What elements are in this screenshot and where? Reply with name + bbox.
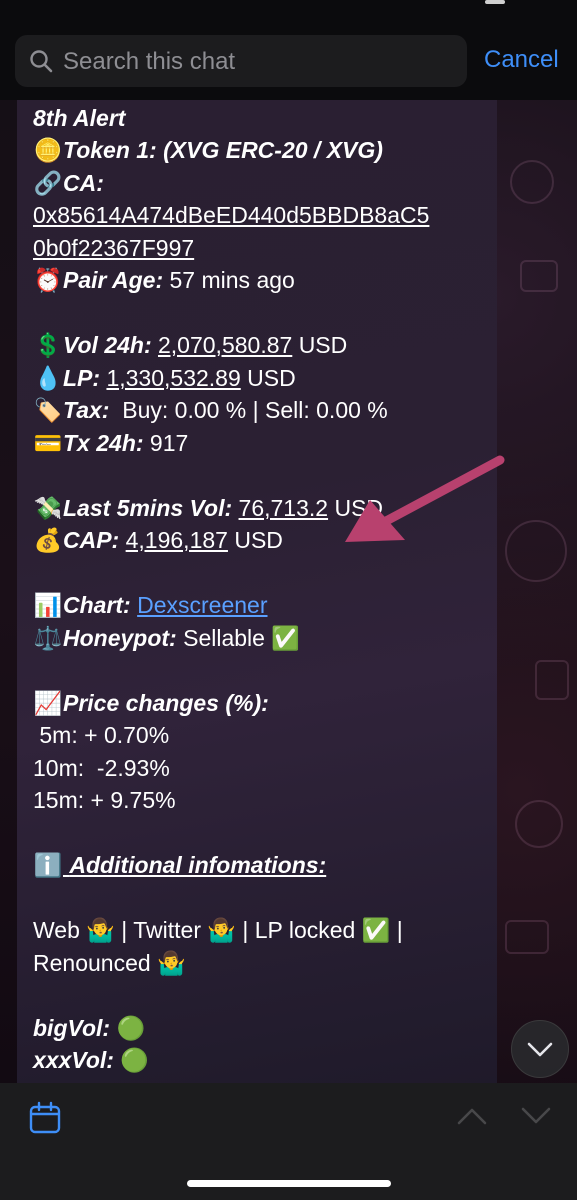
cancel-button[interactable]: Cancel xyxy=(484,46,559,74)
message-bubble: 8th Alert 🪙Token 1: (XVG ERC-20 / XVG) 🔗… xyxy=(17,100,497,1085)
lp-line: 💧LP: 1,330,532.89 USD xyxy=(33,362,296,395)
dollar-icon: 💲 xyxy=(33,332,63,358)
check-icon: ✅ xyxy=(271,625,300,651)
bar-chart-icon: 📊 xyxy=(33,592,63,618)
scroll-down-button[interactable] xyxy=(511,1020,569,1078)
search-header: Cancel xyxy=(0,20,577,103)
credit-card-icon: 💳 xyxy=(33,430,63,456)
dexscreener-link[interactable]: Dexscreener xyxy=(137,592,267,618)
money-bag-icon: 💰 xyxy=(33,527,63,553)
tax-line: 🏷️Tax: Buy: 0.00 % | Sell: 0.00 % xyxy=(33,394,388,427)
pair-age-line: ⏰Pair Age: 57 mins ago xyxy=(33,264,295,297)
honeypot-line: ⚖️Honeypot: Sellable ✅ xyxy=(33,622,300,655)
alarm-clock-icon: ⏰ xyxy=(33,267,63,293)
last-5mins-vol-value[interactable]: 76,713.2 xyxy=(239,495,329,521)
battery-icon xyxy=(485,0,505,4)
money-wings-icon: 💸 xyxy=(33,495,63,521)
renounced-line: Renounced 🤷‍♂️ xyxy=(33,950,186,976)
green-circle-icon: 🟢 xyxy=(120,1047,149,1073)
annotation-arrow-icon xyxy=(345,455,505,542)
cap-value[interactable]: 4,196,187 xyxy=(126,527,228,553)
info-icon: ℹ️ xyxy=(33,852,63,878)
search-input[interactable] xyxy=(61,35,460,89)
coin-icon: 🪙 xyxy=(33,137,63,163)
xxxvol-line: xxxVol: 🟢 xyxy=(33,1047,149,1073)
additional-info-heading: ℹ️ Additional infomations: xyxy=(33,849,327,882)
chart-up-icon: 📈 xyxy=(33,690,63,716)
tx-24h-line: 💳Tx 24h: 917 xyxy=(33,427,189,460)
token-line: 🪙Token 1: (XVG ERC-20 / XVG) xyxy=(33,134,383,167)
price-change-15m: 15m: + 9.75% xyxy=(33,787,176,813)
ca-line: 🔗CA: xyxy=(33,167,104,200)
lp-value[interactable]: 1,330,532.89 xyxy=(106,365,240,391)
bigvol-line: bigVol: 🟢 xyxy=(33,1015,146,1041)
calendar-icon[interactable] xyxy=(28,1101,62,1135)
chevron-down-icon xyxy=(527,1042,553,1057)
cap-line: 💰CAP: 4,196,187 USD xyxy=(33,524,283,557)
price-change-10m: 10m: -2.93% xyxy=(33,755,170,781)
previous-result-chevron-up-icon[interactable] xyxy=(456,1105,488,1127)
link-icon: 🔗 xyxy=(33,170,63,196)
contract-address-link[interactable]: 0x85614A474dBeED440d5BBDB8aC5 xyxy=(33,199,429,232)
tag-icon: 🏷️ xyxy=(33,397,63,423)
scales-icon: ⚖️ xyxy=(33,625,63,651)
search-icon xyxy=(30,50,53,73)
price-changes-heading: 📈Price changes (%): xyxy=(33,687,269,720)
price-change-5m: 5m: + 0.70% xyxy=(33,722,170,748)
home-indicator[interactable] xyxy=(187,1180,391,1187)
search-box[interactable] xyxy=(15,35,467,89)
green-circle-icon: 🟢 xyxy=(116,1015,146,1041)
alert-title: 8th Alert xyxy=(33,105,126,131)
contract-address-link-cont[interactable]: 0b0f22367F997 xyxy=(33,232,194,265)
links-line: Web 🤷‍♂️ | Twitter 🤷‍♂️ | LP locked ✅ | xyxy=(33,917,403,943)
next-result-chevron-down-icon[interactable] xyxy=(520,1105,552,1127)
status-bar xyxy=(0,0,577,20)
vol-24h-value[interactable]: 2,070,580.87 xyxy=(158,332,292,358)
chart-line: 📊Chart: Dexscreener xyxy=(33,589,268,622)
droplet-icon: 💧 xyxy=(33,365,63,391)
vol-24h-line: 💲Vol 24h: 2,070,580.87 USD xyxy=(33,329,348,362)
